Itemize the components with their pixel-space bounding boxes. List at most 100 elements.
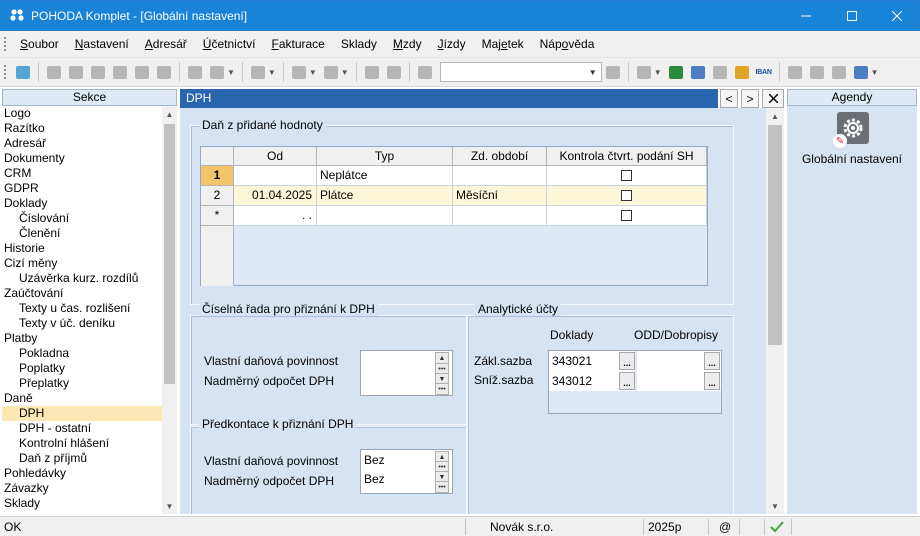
iban-icon[interactable]: IBAN <box>754 62 774 82</box>
col-header-typ[interactable]: Typ <box>317 147 453 166</box>
sekce-item[interactable]: Adresář <box>2 136 162 151</box>
toolbar-grip[interactable] <box>3 63 7 81</box>
edit-record-icon[interactable] <box>66 62 86 82</box>
main-scrollbar[interactable]: ▲ ▼ <box>766 108 784 514</box>
zakl-odd-browse-button[interactable]: ... <box>704 352 720 370</box>
exit-icon[interactable] <box>13 62 33 82</box>
col-header-zd-obdobi[interactable]: Zd. období <box>453 147 547 166</box>
sekce-item[interactable]: Zaúčtování <box>2 286 162 301</box>
help-icon[interactable] <box>851 62 871 82</box>
cell-zd-obdobi[interactable]: Měsíční <box>453 186 547 206</box>
sekce-item[interactable]: Daně <box>2 391 162 406</box>
minimize-button[interactable] <box>783 1 829 31</box>
menu-item-účetnictví[interactable]: Účetnictví <box>195 31 264 58</box>
agenda-item-globalni-nastaveni[interactable]: Globální nastavení <box>787 152 917 166</box>
sekce-item[interactable]: Závazky <box>2 481 162 496</box>
cell-zd-obdobi[interactable] <box>453 206 547 226</box>
cell-zd-obdobi[interactable] <box>453 166 547 186</box>
scroll-down-icon[interactable]: ▼ <box>162 498 177 514</box>
col-header-od[interactable]: Od <box>234 147 317 166</box>
menu-item-adresář[interactable]: Adresář <box>137 31 195 58</box>
scroll-down-icon[interactable]: ▼ <box>766 498 784 514</box>
back-dropdown-icon[interactable]: ▼ <box>309 68 317 77</box>
sekce-item[interactable]: Cizí měny <box>2 256 162 271</box>
calendar-icon[interactable] <box>688 62 708 82</box>
delete-record-icon[interactable] <box>88 62 108 82</box>
save-icon[interactable] <box>362 62 382 82</box>
sekce-item[interactable]: Poplatky <box>2 361 162 376</box>
grid-icon[interactable] <box>248 62 268 82</box>
close-button[interactable] <box>874 1 920 31</box>
cell-typ[interactable]: Neplátce <box>317 166 453 186</box>
sekce-scrollbar[interactable]: ▲ ▼ <box>162 106 177 514</box>
sniz-doklady-browse-button[interactable]: ... <box>619 372 635 390</box>
cell-od[interactable] <box>234 166 317 186</box>
sekce-item[interactable]: Doklady <box>2 196 162 211</box>
table-row[interactable]: * . . <box>201 206 707 226</box>
sekce-item[interactable]: Razítko <box>2 121 162 136</box>
zakl-doklady-value[interactable]: 343021 <box>552 354 592 368</box>
copy-record-icon[interactable] <box>132 62 152 82</box>
sekce-item[interactable]: Pohledávky <box>2 466 162 481</box>
cell-kontrola[interactable] <box>547 166 707 186</box>
preview-icon[interactable] <box>110 62 130 82</box>
nav-prev-button[interactable]: < <box>720 89 738 108</box>
sniz-odd-browse-button[interactable]: ... <box>704 372 720 390</box>
menu-item-nastavení[interactable]: Nastavení <box>67 31 137 58</box>
cell-typ[interactable]: Plátce <box>317 186 453 206</box>
cell-typ[interactable] <box>317 206 453 226</box>
sekce-item[interactable]: Platby <box>2 331 162 346</box>
brush-icon[interactable] <box>207 62 227 82</box>
sekce-item[interactable]: Členění <box>2 226 162 241</box>
more-icon[interactable]: ••• <box>435 383 449 395</box>
menu-item-jízdy[interactable]: Jízdy <box>430 31 474 58</box>
menu-item-nápověda[interactable]: Nápověda <box>532 31 603 58</box>
sekce-item[interactable]: Uzávěrka kurz. rozdílů <box>2 271 162 286</box>
back-arrow-icon[interactable] <box>289 62 309 82</box>
filter-icon[interactable] <box>603 62 623 82</box>
more-icon[interactable]: ••• <box>435 481 449 493</box>
cell-od[interactable]: . . <box>234 206 317 226</box>
col-header-kontrola[interactable]: Kontrola čtvrt. podání SH <box>547 147 707 166</box>
menu-grip[interactable] <box>3 35 7 53</box>
scroll-up-icon[interactable]: ▲ <box>766 108 784 124</box>
maximize-button[interactable] <box>829 1 875 31</box>
scroll-up-icon[interactable]: ▲ <box>162 106 177 122</box>
window-tile-icon[interactable] <box>829 62 849 82</box>
window-layout-icon[interactable] <box>785 62 805 82</box>
sekce-item[interactable]: Číslování <box>2 211 162 226</box>
money-icon[interactable] <box>666 62 686 82</box>
ciselna-rada-select[interactable]: ▲ ••• ▼ ••• <box>360 350 453 396</box>
document-icon[interactable] <box>185 62 205 82</box>
predkontace-select[interactable]: Bez Bez ▲ ••• ▼ ••• <box>360 449 453 494</box>
menu-item-sklady[interactable]: Sklady <box>333 31 385 58</box>
zakl-doklady-browse-button[interactable]: ... <box>619 352 635 370</box>
toolbar-combobox[interactable]: ▼ <box>439 62 602 82</box>
pohoda-app-icon[interactable] <box>9 8 25 24</box>
table-row[interactable]: 1 Neplátce <box>201 166 707 186</box>
sniz-doklady-value[interactable]: 343012 <box>552 374 592 388</box>
menu-item-fakturace[interactable]: Fakturace <box>263 31 332 58</box>
sekce-item[interactable]: Historie <box>2 241 162 256</box>
menu-item-soubor[interactable]: Soubor <box>12 31 67 58</box>
clipboard-icon[interactable] <box>415 62 435 82</box>
close-section-button[interactable] <box>762 89 784 108</box>
sekce-item[interactable]: Přeplatky <box>2 376 162 391</box>
new-record-icon[interactable] <box>44 62 64 82</box>
folder-dropdown-icon[interactable]: ▼ <box>654 68 662 77</box>
sekce-scroll-thumb[interactable] <box>164 124 175 384</box>
paste-record-icon[interactable] <box>154 62 174 82</box>
puzzle-icon[interactable] <box>321 62 341 82</box>
help-dropdown-icon[interactable]: ▼ <box>871 68 879 77</box>
sekce-item[interactable]: Texty v úč. deníku <box>2 316 162 331</box>
window-list-icon[interactable] <box>807 62 827 82</box>
chevron-down-icon[interactable]: ▼ <box>586 64 600 80</box>
checkmark-icon[interactable] <box>769 520 785 536</box>
sekce-item[interactable]: Dokumenty <box>2 151 162 166</box>
cell-od[interactable]: 01.04.2025 <box>234 186 317 206</box>
kontrola-checkbox[interactable] <box>621 210 632 222</box>
sekce-item[interactable]: CRM <box>2 166 162 181</box>
sekce-item[interactable]: Texty u čas. rozlišení <box>2 301 162 316</box>
save-copy-icon[interactable] <box>384 62 404 82</box>
sekce-item[interactable]: DPH <box>2 406 162 421</box>
